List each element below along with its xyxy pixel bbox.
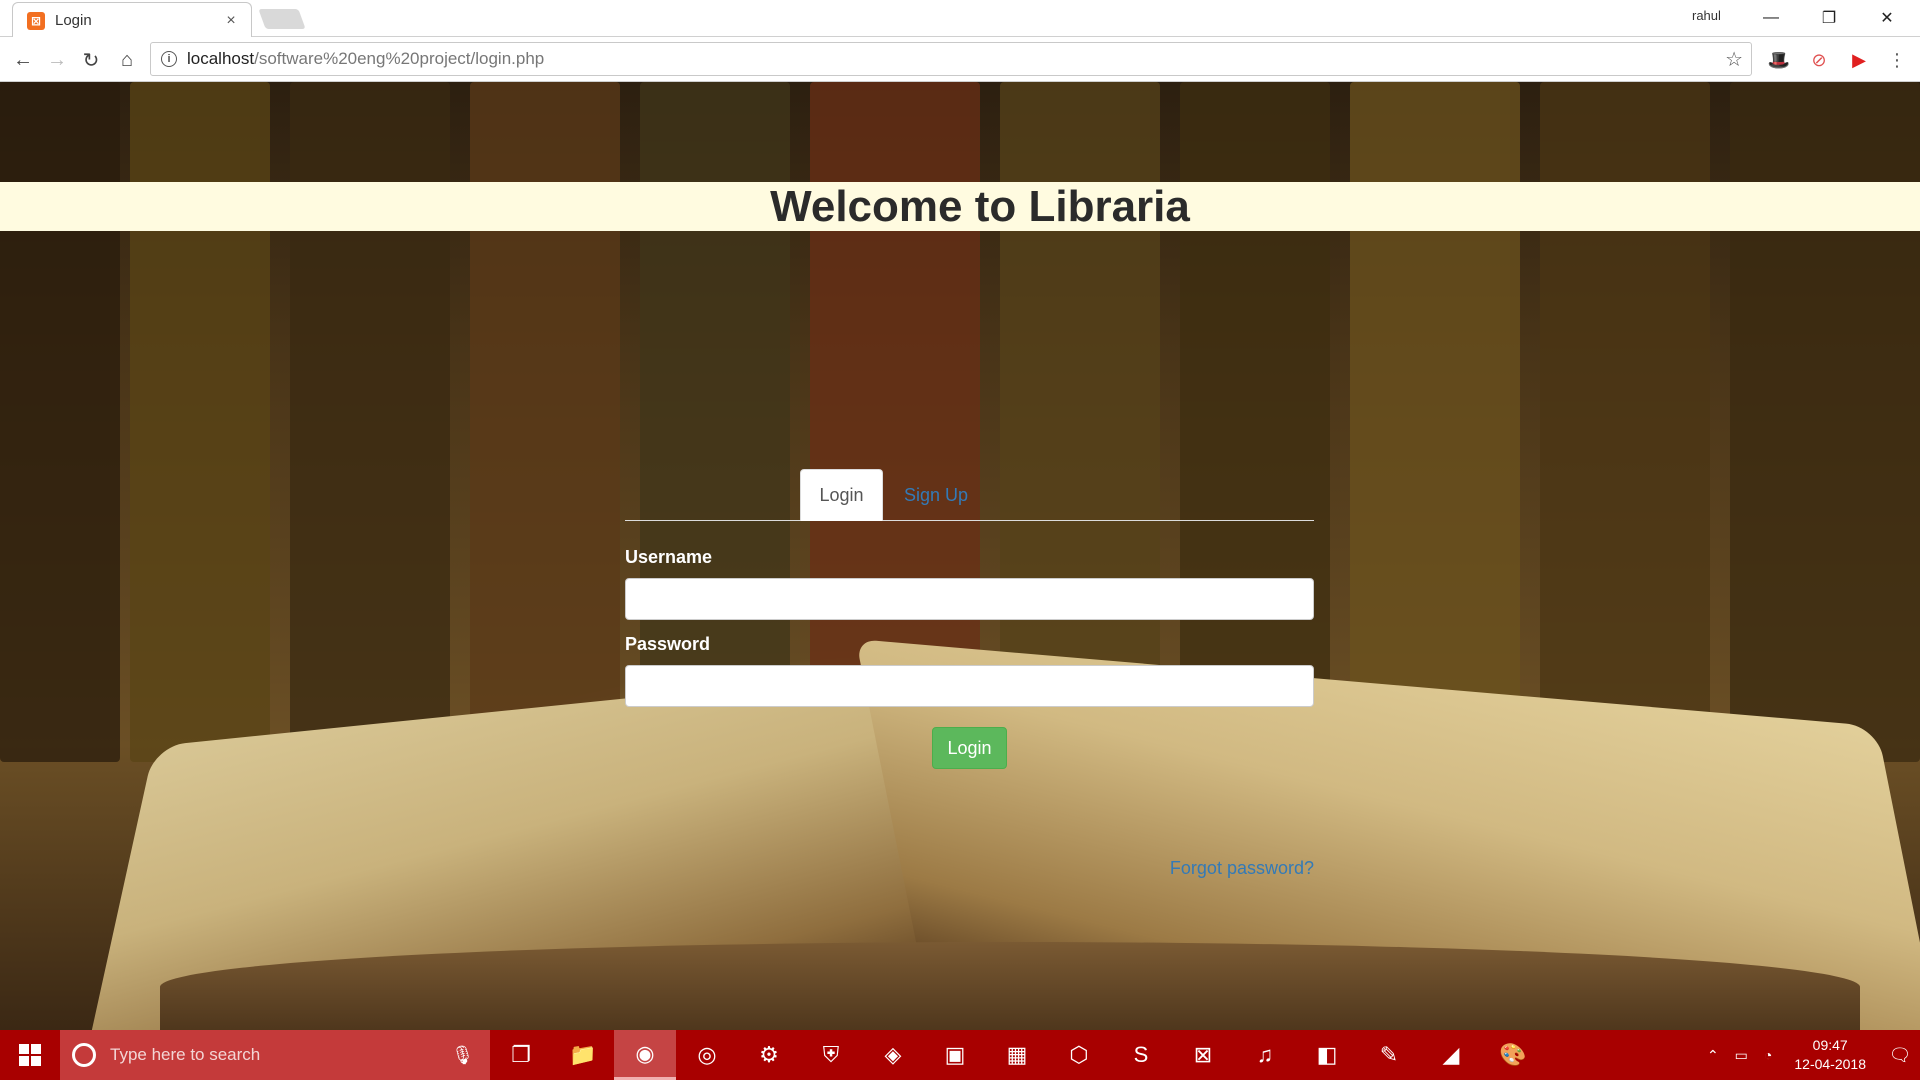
home-icon[interactable]: ⌂ bbox=[112, 45, 142, 75]
search-placeholder: Type here to search bbox=[110, 1045, 261, 1064]
info-icon[interactable]: i bbox=[161, 51, 177, 67]
task-view-icon[interactable]: ❐ bbox=[490, 1030, 552, 1080]
groove-music-icon[interactable]: ◎ bbox=[676, 1030, 738, 1080]
shield-icon[interactable]: ⛨ bbox=[800, 1030, 862, 1080]
calculator-icon[interactable]: ▦ bbox=[986, 1030, 1048, 1080]
welcome-banner: Welcome to Libraria bbox=[0, 182, 1920, 231]
profile-name[interactable]: rahul bbox=[1692, 8, 1721, 23]
browser-toolbar: ← → ↻ ⌂ i localhost /software%20eng%20pr… bbox=[0, 37, 1920, 82]
paint3d-icon[interactable]: 🎨 bbox=[1482, 1030, 1544, 1080]
tab-signup[interactable]: Sign Up bbox=[889, 469, 983, 521]
microphone-icon[interactable]: 🎙 bbox=[451, 1045, 474, 1066]
blue-app-icon[interactable]: ◢ bbox=[1420, 1030, 1482, 1080]
forgot-password-link[interactable]: Forgot password? bbox=[1170, 858, 1314, 879]
file-explorer-icon[interactable]: 📁 bbox=[552, 1030, 614, 1080]
auth-tabs: Login Sign Up bbox=[625, 469, 1314, 521]
extension-hat-icon[interactable]: 🎩 bbox=[1766, 47, 1792, 73]
system-tray: ⌃ ▭ ◔ 09:47 12-04-2018 🗨 bbox=[1699, 1030, 1920, 1080]
url-path: /software%20eng%20project/login.php bbox=[254, 49, 545, 68]
url-host: localhost bbox=[187, 49, 255, 68]
extension-play-icon[interactable]: ▶ bbox=[1846, 47, 1872, 73]
chrome-icon[interactable]: ◉ bbox=[614, 1030, 676, 1080]
tab-login[interactable]: Login bbox=[800, 469, 883, 521]
tab-title: Login bbox=[55, 12, 92, 29]
notification-icon[interactable]: 🗨 bbox=[1880, 1030, 1920, 1080]
store-app-icon[interactable]: ◧ bbox=[1296, 1030, 1358, 1080]
reload-icon[interactable]: ↻ bbox=[76, 45, 106, 75]
password-label: Password bbox=[625, 634, 711, 654]
login-button[interactable]: Login bbox=[932, 727, 1007, 769]
address-bar[interactable]: i localhost /software%20eng%20project/lo… bbox=[150, 42, 1752, 76]
xampp-favicon-icon: ⊠ bbox=[27, 11, 45, 30]
page-title: Welcome to Libraria bbox=[770, 181, 1190, 231]
password-input[interactable] bbox=[625, 665, 1314, 707]
extension-blocker-icon[interactable]: ⊘ bbox=[1806, 47, 1832, 73]
username-input[interactable] bbox=[625, 578, 1314, 620]
sublime-text-icon[interactable]: S bbox=[1110, 1030, 1172, 1080]
settings-gear-icon[interactable]: ⚙ bbox=[738, 1030, 800, 1080]
paint-app-icon[interactable]: ✎ bbox=[1358, 1030, 1420, 1080]
clock-time: 09:47 bbox=[1812, 1037, 1848, 1053]
new-tab-button[interactable] bbox=[258, 9, 306, 29]
forward-arrow-icon[interactable]: → bbox=[42, 45, 72, 75]
windows-start-icon[interactable] bbox=[0, 1030, 60, 1080]
chevron-up-icon[interactable]: ⌃ bbox=[1707, 1047, 1719, 1064]
open-book-edge bbox=[160, 942, 1860, 1030]
battery-icon[interactable]: ▭ bbox=[1735, 1047, 1748, 1064]
clock[interactable]: 09:47 12-04-2018 bbox=[1794, 1036, 1866, 1074]
minimize-icon[interactable]: — bbox=[1746, 4, 1796, 32]
itunes-icon[interactable]: ♫ bbox=[1234, 1030, 1296, 1080]
close-tab-icon[interactable]: × bbox=[221, 12, 241, 30]
menu-kebab-icon[interactable]: ⋮ bbox=[1884, 47, 1910, 73]
cortana-icon[interactable] bbox=[72, 1043, 96, 1067]
page-background: Welcome to Libraria Login Sign Up Userna… bbox=[0, 82, 1920, 1030]
back-arrow-icon[interactable]: ← bbox=[8, 45, 38, 75]
virtualbox-icon[interactable]: ⬡ bbox=[1048, 1030, 1110, 1080]
browser-tab-login[interactable]: ⊠ Login × bbox=[12, 2, 252, 38]
nvidia-icon[interactable]: ◈ bbox=[862, 1030, 924, 1080]
wifi-icon[interactable]: ◔ bbox=[1764, 1047, 1772, 1063]
xampp-icon[interactable]: ⊠ bbox=[1172, 1030, 1234, 1080]
browser-tabstrip: ⊠ Login × rahul — ❐ ✕ bbox=[0, 0, 1920, 38]
login-form: Login Sign Up Username Password Login Fo… bbox=[625, 469, 1314, 878]
restore-icon[interactable]: ❐ bbox=[1804, 4, 1854, 32]
bookmark-star-icon[interactable]: ☆ bbox=[1725, 47, 1743, 72]
terminal-icon[interactable]: ▣ bbox=[924, 1030, 986, 1080]
close-window-icon[interactable]: ✕ bbox=[1862, 4, 1912, 32]
username-label: Username bbox=[625, 547, 713, 567]
clock-date: 12-04-2018 bbox=[1794, 1056, 1866, 1072]
taskbar: Type here to search 🎙 ❐ 📁 ◉ ◎ ⚙ ⛨ ◈ ▣ ▦ … bbox=[0, 1030, 1920, 1080]
taskbar-search[interactable]: Type here to search 🎙 bbox=[60, 1030, 490, 1080]
